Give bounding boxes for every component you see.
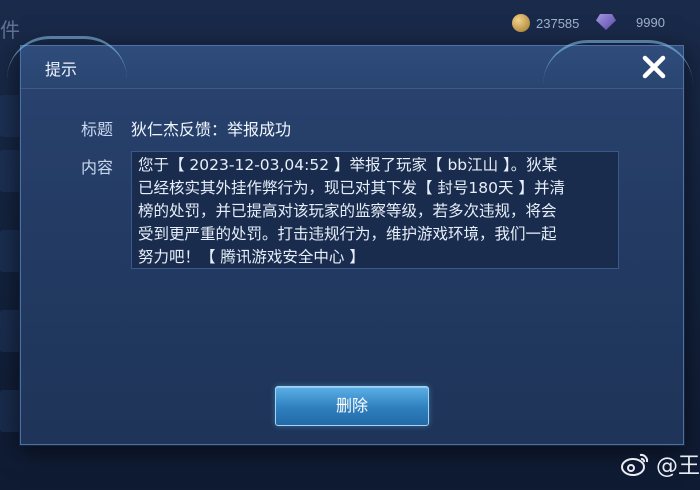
gold-coin-icon xyxy=(512,14,530,32)
gem-amount: 9990 xyxy=(636,14,665,30)
content-line: 努力吧！【 腾讯游戏安全中心 】 xyxy=(138,248,365,266)
diamond-icon xyxy=(596,14,616,30)
weibo-watermark: @王 xyxy=(620,448,700,480)
background-title: 件 xyxy=(0,18,20,42)
delete-button[interactable]: 删除 xyxy=(275,386,429,426)
close-button[interactable] xyxy=(639,52,669,82)
gold-amount: 237585 xyxy=(536,15,580,31)
content-line: 您于【 2023-12-03,04:52 】举报了玩家【 bb江山 】。狄某 xyxy=(138,156,558,174)
content-text-box[interactable]: 您于【 2023-12-03,04:52 】举报了玩家【 bb江山 】。狄某 已… xyxy=(131,151,619,269)
title-label: 标题 xyxy=(81,120,114,139)
gold-currency: 237585 xyxy=(512,14,579,32)
content-line: 已经核实其外挂作弊行为，现已对其下发【 封号180天 】并清 xyxy=(138,179,565,197)
content-label: 内容 xyxy=(81,158,114,177)
dialog-title: 提示 xyxy=(45,60,78,79)
weibo-icon xyxy=(620,453,649,476)
close-icon xyxy=(642,55,666,79)
decorative-swirl xyxy=(543,40,693,85)
content-line: 受到更严重的处罚。打击违规行为，维护游戏环境，我们一起 xyxy=(138,225,557,243)
notice-dialog: 提示 标题 狄仁杰反馈：举报成功 内容 您于【 2023-12-03,04:52… xyxy=(7,36,693,445)
content-line: 榜的处罚，并已提高对该玩家的监察等级，若多次违规，将会 xyxy=(138,202,557,220)
title-value: 狄仁杰反馈：举报成功 xyxy=(131,120,292,139)
watermark-text: @王 xyxy=(655,454,700,479)
gem-currency: 9990 xyxy=(596,14,665,30)
